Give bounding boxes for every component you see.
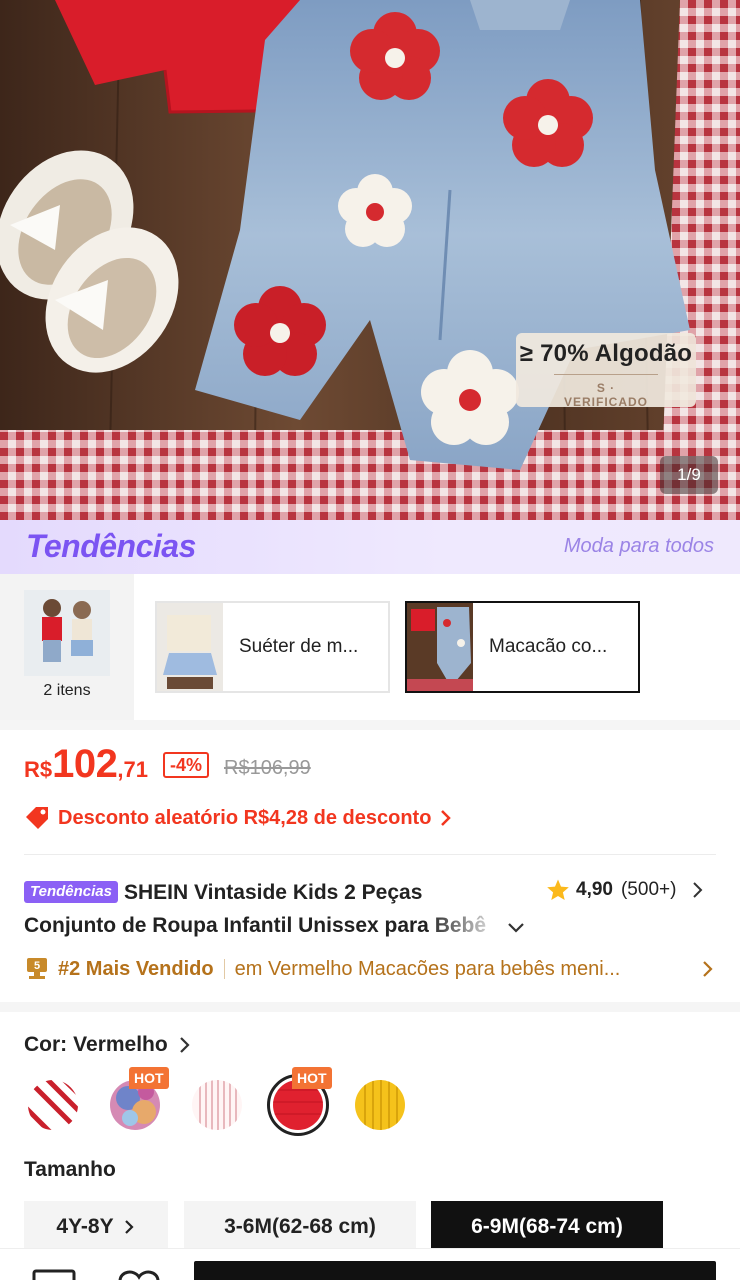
size-option-4y-8y[interactable]: 4Y-8Y — [24, 1201, 168, 1253]
rating-score: 4,90 — [576, 879, 613, 900]
size-option-label: 3-6M(62-68 cm) — [224, 1215, 376, 1238]
product-title-line1[interactable]: Tendências SHEIN Vintaside Kids 2 Peças — [24, 876, 544, 909]
discount-badge: -4% — [163, 752, 210, 778]
original-price: R$106,99 — [224, 757, 311, 779]
price-integer: 102 — [52, 742, 118, 786]
image-counter: 1/9 — [660, 456, 718, 494]
trophy-icon: 5 — [27, 958, 47, 979]
bundle-item-thumbnail — [407, 603, 473, 691]
star-icon — [547, 879, 569, 900]
add-to-cart-button[interactable] — [194, 1261, 716, 1280]
promo-text: Desconto aleatório R$4,28 de desconto — [58, 806, 432, 829]
section-divider — [0, 720, 740, 730]
bestseller-ranking[interactable]: 5 #2 Mais Vendido em Vermelho Macacões p… — [24, 952, 716, 986]
trends-slogan: Moda para todos — [563, 535, 714, 557]
size-option-label: 6-9M(68-74 cm) — [471, 1215, 623, 1238]
size-option-6-9m[interactable]: 6-9M(68-74 cm) — [431, 1201, 663, 1253]
wishlist-heart-icon[interactable] — [116, 1267, 162, 1280]
color-swatch-pink-stripes[interactable] — [192, 1080, 242, 1130]
bundle-set-thumbnail — [24, 590, 110, 676]
bottom-action-bar — [0, 1248, 740, 1280]
bestseller-category: em Vermelho Macacões para bebês meni... — [234, 957, 621, 980]
product-title-text: SHEIN Vintaside Kids 2 Peças — [123, 881, 423, 904]
chevron-right-icon — [441, 810, 452, 826]
bundle-strip: 2 itens Suéter de m... Macacão co... — [0, 574, 740, 720]
rating-summary[interactable]: 4,90 (500+) — [546, 878, 706, 902]
chevron-right-icon — [124, 1220, 134, 1234]
size-option-label: 4Y-8Y — [56, 1215, 114, 1238]
bundle-set[interactable]: 2 itens — [0, 574, 134, 720]
chevron-right-icon — [179, 1037, 190, 1053]
hot-badge: HOT — [129, 1067, 169, 1089]
divider — [24, 854, 716, 855]
bundle-set-count: 2 itens — [43, 682, 91, 699]
separator — [223, 959, 225, 979]
trends-mini-badge: Tendências — [24, 881, 118, 903]
verified-label: S · VERIFICADO — [554, 374, 658, 409]
random-discount-link[interactable]: Desconto aleatório R$4,28 de desconto — [24, 804, 453, 832]
current-price: R$ 102 ,71 — [24, 742, 148, 788]
bundle-item-label: Suéter de m... — [239, 636, 359, 657]
color-value: Vermelho — [73, 1033, 168, 1056]
section-divider — [0, 1002, 740, 1012]
hot-badge: HOT — [292, 1067, 332, 1089]
color-swatch-yellow[interactable] — [355, 1080, 405, 1130]
expand-title-icon[interactable] — [505, 916, 527, 938]
bundle-item-overalls[interactable]: Macacão co... — [405, 601, 640, 693]
size-option-3-6m[interactable]: 3-6M(62-68 cm) — [184, 1201, 416, 1253]
bestseller-rank: #2 Mais Vendido — [58, 957, 214, 980]
cotton-verified-badge: ≥ 70% Algodão S · VERIFICADO — [516, 333, 696, 409]
trends-logo: Tendências — [26, 528, 196, 564]
product-photo — [0, 0, 740, 520]
store-icon[interactable] — [32, 1267, 76, 1280]
color-swatch-red-stripes[interactable] — [28, 1080, 78, 1130]
chevron-right-icon — [703, 961, 713, 977]
svg-text:5: 5 — [34, 960, 40, 972]
color-selector-label[interactable]: Cor: Vermelho — [24, 1033, 192, 1057]
bundle-item-sweater[interactable]: Suéter de m... — [155, 601, 390, 693]
price-tag-icon — [26, 807, 48, 829]
trends-banner[interactable]: Tendências Moda para todos — [0, 520, 740, 574]
bundle-item-label: Macacão co... — [489, 636, 608, 657]
color-key: Cor: — [24, 1033, 68, 1056]
price-decimal: ,71 — [117, 757, 148, 782]
product-image-carousel[interactable]: ≥ 70% Algodão S · VERIFICADO 1/9 — [0, 0, 740, 520]
chevron-right-icon — [693, 882, 703, 898]
product-title-line2[interactable]: Conjunto de Roupa Infantil Unissex para … — [24, 909, 504, 942]
size-label: Tamanho — [24, 1158, 116, 1181]
review-count: (500+) — [620, 879, 677, 900]
bundle-item-thumbnail — [157, 603, 223, 691]
cotton-percentage: ≥ 70% Algodão — [519, 340, 693, 367]
price-currency: R$ — [24, 757, 53, 782]
